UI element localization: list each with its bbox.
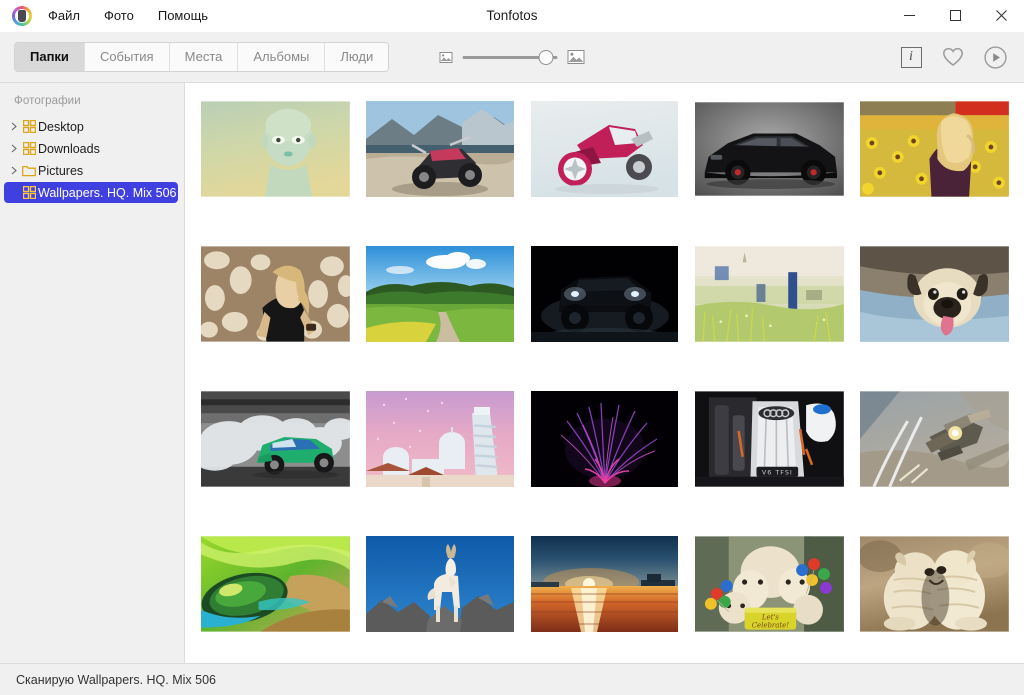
- thumbnail-size-slider[interactable]: [462, 49, 558, 65]
- photo-cell[interactable]: [201, 391, 350, 487]
- menu-item-help[interactable]: Помощь: [156, 5, 210, 26]
- atv-quad-bike-thumbnail[interactable]: [366, 101, 515, 197]
- maximize-button[interactable]: [932, 0, 978, 32]
- mountain-goat-on-rocks-thumbnail[interactable]: [366, 536, 515, 632]
- photo-cell[interactable]: [201, 101, 350, 197]
- svg-text:V6 TFSI: V6 TFSI: [762, 469, 793, 477]
- view-tabs: Папки События Места Альбомы Люди: [14, 42, 390, 72]
- maximize-icon: [949, 10, 961, 21]
- tab-folders[interactable]: Папки: [15, 43, 85, 71]
- photo-cell[interactable]: [860, 101, 1009, 197]
- sidebar-item-pictures[interactable]: Pictures: [4, 160, 178, 181]
- photo-cell[interactable]: [695, 101, 845, 197]
- tab-people[interactable]: Люди: [325, 43, 389, 71]
- photo-cell[interactable]: [201, 246, 350, 342]
- sidebar-item-desktop[interactable]: Desktop: [4, 116, 178, 137]
- menu-item-photo[interactable]: Фото: [102, 5, 136, 26]
- slider-thumb[interactable]: [538, 49, 554, 65]
- fighter-jet-firing-thumbnail[interactable]: [860, 391, 1009, 487]
- photo-cell[interactable]: [201, 536, 350, 632]
- sidebar-item-label: Downloads: [38, 141, 100, 156]
- photo-cell[interactable]: Let's Celebrate!: [695, 536, 845, 632]
- sidebar-item-label: Desktop: [38, 119, 84, 134]
- purple-abstract-fractal-thumbnail[interactable]: [531, 391, 679, 487]
- hazy-field-blue-post-thumbnail[interactable]: [695, 246, 845, 342]
- photo-cell[interactable]: [366, 536, 515, 632]
- sidebar-section-header: Фотографии: [14, 95, 81, 107]
- toolbar: Папки События Места Альбомы Люди i: [0, 32, 1024, 83]
- shar-pei-puppies-thumbnail[interactable]: [860, 536, 1009, 632]
- tab-albums[interactable]: Альбомы: [238, 43, 326, 71]
- chevron-right-icon[interactable]: [8, 166, 20, 175]
- minimize-icon: [903, 15, 915, 16]
- large-image-icon: [567, 50, 585, 64]
- status-bar: Сканирую Wallpapers. HQ. Mix 506: [0, 663, 1024, 695]
- toolbar-actions: i: [898, 44, 1008, 70]
- grid-folder-icon: [20, 142, 38, 155]
- title-bar: Файл Фото Помощь Tonfotos: [0, 0, 1024, 32]
- info-button[interactable]: i: [898, 44, 924, 70]
- black-jeep-night-thumbnail[interactable]: [531, 246, 679, 342]
- play-circle-icon: [983, 45, 1007, 69]
- small-image-icon: [439, 51, 453, 63]
- app-logo-icon: [12, 5, 32, 26]
- photo-cell[interactable]: [531, 391, 680, 487]
- alien-woman-artwork-thumbnail[interactable]: [201, 101, 350, 197]
- photo-grid-panel[interactable]: V6 TFSI Let's Celebrate!: [185, 83, 1024, 663]
- photo-cell[interactable]: [366, 246, 515, 342]
- tab-events[interactable]: События: [84, 43, 170, 71]
- info-icon: i: [900, 46, 922, 68]
- puppies-birthday-cake-thumbnail[interactable]: Let's Celebrate!: [695, 536, 845, 632]
- leaning-tower-of-pisa-thumbnail[interactable]: [366, 391, 515, 487]
- sidebar-item-downloads[interactable]: Downloads: [4, 138, 178, 159]
- sunset-over-water-thumbnail[interactable]: [531, 536, 679, 632]
- photo-cell[interactable]: [366, 101, 515, 197]
- photo-cell[interactable]: [366, 391, 515, 487]
- svg-text:Celebrate!: Celebrate!: [752, 622, 790, 630]
- minimize-button[interactable]: [886, 0, 932, 32]
- pink-motorcycle-thumbnail[interactable]: [531, 101, 679, 197]
- photo-cell[interactable]: [860, 536, 1009, 632]
- tab-places[interactable]: Места: [169, 43, 239, 71]
- main-body: Фотографии Desktop Downloads Pictures Wa…: [0, 83, 1024, 663]
- sidebar-item-label: Pictures: [38, 163, 84, 178]
- photo-cell[interactable]: V6 TFSI: [695, 391, 845, 487]
- tonfotos-window: Файл Фото Помощь Tonfotos Папки События …: [0, 0, 1024, 695]
- chevron-right-icon[interactable]: [8, 144, 20, 153]
- svg-text:Let's: Let's: [761, 614, 779, 622]
- black-hatchback-car-thumbnail[interactable]: [695, 101, 845, 197]
- photo-cell[interactable]: [860, 391, 1009, 487]
- sidebar-item-label: Wallpapers. HQ. Mix 506: [38, 185, 177, 200]
- chevron-right-icon[interactable]: [8, 122, 20, 131]
- blonde-woman-black-dress-thumbnail[interactable]: [201, 246, 350, 342]
- sidebar-item-wallpapers-hq-mix-506[interactable]: Wallpapers. HQ. Mix 506: [4, 182, 178, 203]
- status-text: Сканирую Wallpapers. HQ. Mix 506: [16, 672, 216, 687]
- photo-cell[interactable]: [531, 101, 680, 197]
- green-drift-car-thumbnail[interactable]: [201, 391, 350, 487]
- pug-dog-thumbnail[interactable]: [860, 246, 1009, 342]
- close-icon: [995, 10, 1007, 21]
- photo-cell[interactable]: [695, 246, 845, 342]
- window-controls: [886, 0, 1024, 32]
- audi-v6-engine-thumbnail[interactable]: V6 TFSI: [695, 391, 845, 487]
- grid-folder-icon: [20, 186, 38, 199]
- sidebar: Фотографии Desktop Downloads Pictures Wa…: [0, 83, 185, 663]
- photo-cell[interactable]: [860, 246, 1009, 342]
- heart-icon: [943, 47, 963, 66]
- green-meadow-path-thumbnail[interactable]: [366, 246, 515, 342]
- favorites-button[interactable]: [940, 44, 966, 70]
- close-button[interactable]: [978, 0, 1024, 32]
- slideshow-button[interactable]: [982, 44, 1008, 70]
- photo-cell[interactable]: [531, 246, 680, 342]
- photo-cell[interactable]: [531, 536, 680, 632]
- photo-grid: V6 TFSI Let's Celebrate!: [185, 83, 1024, 632]
- green-macro-abstract-thumbnail[interactable]: [201, 536, 350, 632]
- thumbnail-size-control: [439, 49, 585, 65]
- menu-item-file[interactable]: Файл: [46, 5, 82, 26]
- woman-in-sunflower-field-thumbnail[interactable]: [860, 101, 1009, 197]
- menu-bar: Файл Фото Помощь: [46, 5, 210, 26]
- grid-folder-icon: [20, 120, 38, 133]
- folder-icon: [20, 165, 38, 177]
